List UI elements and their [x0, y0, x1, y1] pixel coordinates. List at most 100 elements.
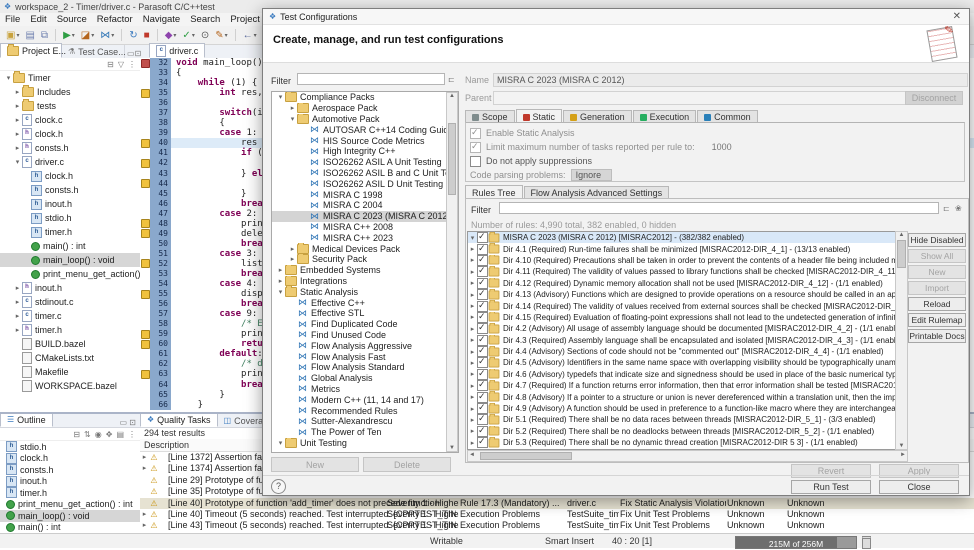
- marker-gutter[interactable]: [140, 369, 150, 379]
- tree-item-stdio-h[interactable]: hstdio.h: [0, 211, 140, 225]
- tree-scrollbar[interactable]: ▲▼: [446, 92, 458, 452]
- config-item-high-integrity-c-[interactable]: ⋈High Integrity C++: [272, 146, 458, 157]
- expander-icon[interactable]: ▸: [468, 359, 477, 367]
- task-marker-icon[interactable]: [141, 89, 150, 98]
- marker-gutter[interactable]: [140, 289, 150, 299]
- config-item-metrics[interactable]: ⋈Metrics: [272, 384, 458, 395]
- expander-icon[interactable]: ▸: [140, 452, 149, 463]
- stop-icon[interactable]: ■: [142, 28, 152, 42]
- expander-icon[interactable]: ▸: [140, 520, 149, 531]
- rule-checkbox[interactable]: [477, 403, 488, 414]
- expander-icon[interactable]: ▸: [13, 144, 22, 152]
- marker-gutter[interactable]: [140, 118, 150, 128]
- menu-project[interactable]: Project: [225, 14, 265, 25]
- expander-icon[interactable]: ▾: [13, 158, 22, 166]
- expander-icon[interactable]: ▸: [13, 116, 22, 124]
- refresh-icon[interactable]: ↻: [127, 28, 139, 42]
- config-item-flow-analysis-aggressive[interactable]: ⋈Flow Analysis Aggressive: [272, 340, 458, 351]
- rule-item[interactable]: ▸Dir 4.12 (Required) Dynamic memory allo…: [468, 278, 896, 289]
- marker-gutter[interactable]: [140, 259, 150, 269]
- tab-editor-driver-c[interactable]: c driver.c: [149, 43, 205, 58]
- marker-gutter[interactable]: [140, 108, 150, 118]
- rule-checkbox[interactable]: [477, 266, 488, 277]
- tree-item-includes[interactable]: ▸Includes: [0, 85, 140, 99]
- config-item-compliance-packs[interactable]: ▾Compliance Packs: [272, 92, 458, 103]
- analyze-icon[interactable]: ◆▾: [163, 28, 179, 42]
- tab-project-explorer[interactable]: Project E...: [0, 43, 62, 58]
- marker-gutter[interactable]: [140, 359, 150, 369]
- expander-icon[interactable]: ▸: [140, 463, 149, 474]
- minimize-icon[interactable]: ▭: [127, 49, 135, 58]
- new-config-button[interactable]: New: [271, 457, 359, 472]
- parse-problems-dropdown[interactable]: Ignore: [571, 169, 613, 181]
- limit-tasks-checkbox[interactable]: [470, 142, 481, 153]
- expander-icon[interactable]: ▸: [288, 245, 297, 253]
- config-item-misra-c-1998[interactable]: ⋈MISRA C 1998: [272, 189, 458, 200]
- expander-icon[interactable]: ▸: [13, 312, 22, 320]
- import-button[interactable]: Import: [908, 281, 966, 295]
- show-all-button[interactable]: Show All: [908, 249, 966, 263]
- marker-gutter[interactable]: [140, 158, 150, 168]
- rule-item[interactable]: ▸Dir 5.1 (Required) There shall be no da…: [468, 414, 896, 425]
- task-marker-icon[interactable]: [141, 219, 150, 228]
- search-icon[interactable]: ⊙: [199, 28, 211, 42]
- tree-item-cmakelists-txt[interactable]: CMakeLists.txt: [0, 351, 140, 365]
- tree-item-workspace-bazel[interactable]: WORKSPACE.bazel: [0, 379, 140, 393]
- hide-static-icon[interactable]: ✥: [106, 430, 113, 439]
- clear-rules-filter-icon[interactable]: ⊏: [943, 204, 950, 213]
- outline-item-stdio-h[interactable]: hstdio.h: [0, 441, 140, 453]
- tab-quality-tasks[interactable]: ❖ Quality Tasks: [140, 412, 218, 427]
- marker-gutter[interactable]: [140, 309, 150, 319]
- rule-item[interactable]: ▸Dir 4.13 (Advisory) Functions which are…: [468, 289, 896, 300]
- marker-gutter[interactable]: [140, 138, 150, 148]
- task-row[interactable]: ▸⚠[Line 43] Timeout (5 seconds) reached.…: [140, 520, 974, 531]
- expander-icon[interactable]: ▸: [468, 268, 477, 276]
- rules-vscrollbar[interactable]: ▲▼: [895, 231, 908, 450]
- config-item-recommended-rules[interactable]: ⋈Recommended Rules: [272, 405, 458, 416]
- outline-item-main-loop-void[interactable]: main_loop() : void: [0, 510, 140, 522]
- tree-item-timer-c[interactable]: ▸ctimer.c: [0, 309, 140, 323]
- config-item-flow-analysis-standard[interactable]: ⋈Flow Analysis Standard: [272, 362, 458, 373]
- tree-item-clock-c[interactable]: ▸cclock.c: [0, 113, 140, 127]
- rule-item[interactable]: ▸Dir 4.14 (Required) The validity of val…: [468, 300, 896, 311]
- outline-item-inout-h[interactable]: hinout.h: [0, 476, 140, 488]
- tree-item-consts-h[interactable]: hconsts.h: [0, 183, 140, 197]
- expander-icon[interactable]: ▸: [468, 336, 477, 344]
- marker-gutter[interactable]: [140, 279, 150, 289]
- expander-icon[interactable]: ▸: [468, 348, 477, 356]
- garbage-collect-icon[interactable]: [862, 536, 871, 549]
- check-icon[interactable]: ✓▾: [180, 28, 196, 42]
- sort-icon[interactable]: ⇅: [84, 430, 91, 439]
- task-marker-icon[interactable]: [141, 290, 150, 299]
- outline-item-timer-h[interactable]: htimer.h: [0, 487, 140, 499]
- expander-icon[interactable]: ▾: [288, 115, 297, 123]
- expander-icon[interactable]: ▸: [468, 382, 477, 390]
- marker-gutter[interactable]: [140, 78, 150, 88]
- new-wizard-icon[interactable]: ▣▾: [4, 28, 21, 42]
- rule-checkbox[interactable]: [477, 255, 488, 266]
- rule-checkbox[interactable]: [477, 392, 488, 403]
- rule-checkbox[interactable]: [477, 369, 488, 380]
- run-icon[interactable]: ▶▾: [61, 28, 77, 42]
- tree-item-clock-h[interactable]: ▸hclock.h: [0, 127, 140, 141]
- rule-checkbox[interactable]: [477, 414, 488, 425]
- config-name-field[interactable]: MISRA C 2023 (MISRA C 2012): [493, 73, 968, 87]
- marker-gutter[interactable]: [140, 88, 150, 98]
- tree-item-makefile[interactable]: Makefile: [0, 365, 140, 379]
- marker-gutter[interactable]: [140, 148, 150, 158]
- tree-item-main-int[interactable]: main() : int: [0, 239, 140, 253]
- marker-gutter[interactable]: [140, 219, 150, 229]
- tree-item-stdinout-c[interactable]: ▸cstdinout.c: [0, 295, 140, 309]
- tree-item-timer[interactable]: ▾Timer: [0, 71, 140, 85]
- marker-gutter[interactable]: [140, 319, 150, 329]
- config-item-iso26262-asil-a-unit-testing[interactable]: ⋈ISO26262 ASIL A Unit Testing: [272, 157, 458, 168]
- tree-item-timer-h[interactable]: htimer.h: [0, 225, 140, 239]
- marker-gutter[interactable]: [140, 179, 150, 189]
- reload-button[interactable]: Reload: [908, 297, 966, 311]
- task-marker-icon[interactable]: [141, 139, 150, 148]
- menu-refactor[interactable]: Refactor: [92, 14, 138, 25]
- task-marker-icon[interactable]: [141, 330, 150, 339]
- parent-field[interactable]: [493, 91, 906, 105]
- rule-checkbox[interactable]: [477, 437, 488, 448]
- config-item-the-power-of-ten[interactable]: ⋈The Power of Ten: [272, 427, 458, 438]
